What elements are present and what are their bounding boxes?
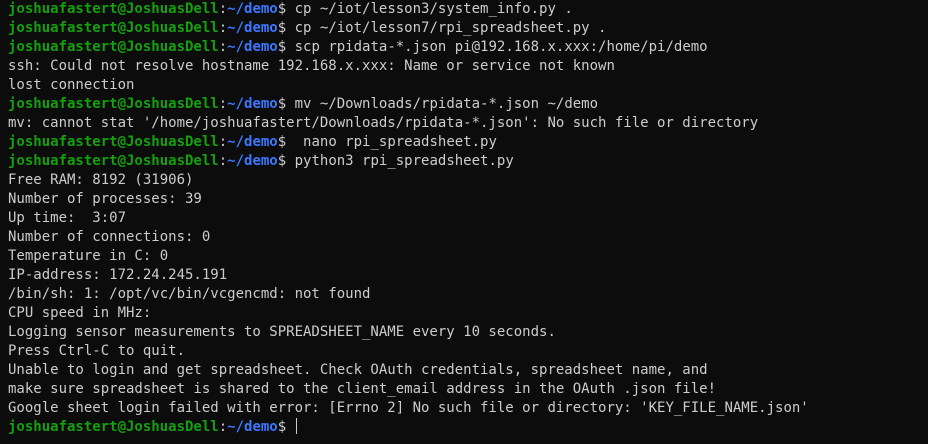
command-text <box>286 419 294 435</box>
prompt-user-host: joshuafastert@JoshuasDell <box>8 153 219 169</box>
output-line: Up time: 3:07 <box>8 209 928 228</box>
output-line: Number of connections: 0 <box>8 228 928 247</box>
output-text: Free RAM: 8192 (31906) <box>8 172 194 188</box>
output-line: /bin/sh: 1: /opt/vc/bin/vcgencmd: not fo… <box>8 285 928 304</box>
prompt-line: joshuafastert@JoshuasDell:~/demo$ <box>8 418 928 437</box>
output-text: Temperature in C: 0 <box>8 248 169 264</box>
output-text: Google sheet login failed with error: [E… <box>8 400 809 416</box>
output-line: Logging sensor measurements to SPREADSHE… <box>8 323 928 342</box>
prompt-line: joshuafastert@JoshuasDell:~/demo$ mv ~/D… <box>8 95 928 114</box>
command-text: scp rpidata-*.json pi@192.168.x.xxx:/hom… <box>286 39 708 55</box>
prompt-separator: : <box>218 134 228 150</box>
prompt-line: joshuafastert@JoshuasDell:~/demo$ cp ~/i… <box>8 0 928 19</box>
prompt-symbol: $ <box>277 20 287 36</box>
prompt-path: ~/demo <box>227 39 278 55</box>
prompt-line: joshuafastert@JoshuasDell:~/demo$ scp rp… <box>8 38 928 57</box>
prompt-line: joshuafastert@JoshuasDell:~/demo$ nano r… <box>8 133 928 152</box>
output-line: ssh: Could not resolve hostname 192.168.… <box>8 57 928 76</box>
prompt-separator: : <box>218 20 228 36</box>
prompt-user-host: joshuafastert@JoshuasDell <box>8 419 219 435</box>
output-text: ssh: Could not resolve hostname 192.168.… <box>8 58 615 74</box>
output-text: Number of processes: 39 <box>8 191 202 207</box>
command-text: python3 rpi_spreadsheet.py <box>286 153 514 169</box>
command-text: mv ~/Downloads/rpidata-*.json ~/demo <box>286 96 599 112</box>
output-line: Number of processes: 39 <box>8 190 928 209</box>
prompt-symbol: $ <box>277 153 287 169</box>
prompt-symbol: $ <box>277 419 287 435</box>
output-line: CPU speed in MHz: <box>8 304 928 323</box>
prompt-separator: : <box>218 419 228 435</box>
output-text: IP-address: 172.24.245.191 <box>8 267 228 283</box>
prompt-user-host: joshuafastert@JoshuasDell <box>8 39 219 55</box>
prompt-path: ~/demo <box>227 419 278 435</box>
prompt-path: ~/demo <box>227 20 278 36</box>
prompt-separator: : <box>218 39 228 55</box>
output-line: make sure spreadsheet is shared to the c… <box>8 380 928 399</box>
output-line: Press Ctrl-C to quit. <box>8 342 928 361</box>
output-text: Logging sensor measurements to SPREADSHE… <box>8 324 556 340</box>
prompt-separator: : <box>218 1 228 17</box>
output-text: Number of connections: 0 <box>8 229 211 245</box>
prompt-symbol: $ <box>277 39 287 55</box>
prompt-line: joshuafastert@JoshuasDell:~/demo$ python… <box>8 152 928 171</box>
prompt-symbol: $ <box>277 134 287 150</box>
output-text: Unable to login and get spreadsheet. Che… <box>8 362 708 378</box>
output-text: /bin/sh: 1: /opt/vc/bin/vcgencmd: not fo… <box>8 286 371 302</box>
prompt-separator: : <box>218 96 228 112</box>
output-line: lost connection <box>8 76 928 95</box>
output-text: lost connection <box>8 77 135 93</box>
prompt-path: ~/demo <box>227 134 278 150</box>
output-line: mv: cannot stat '/home/joshuafastert/Dow… <box>8 114 928 133</box>
command-text: cp ~/iot/lesson3/system_info.py . <box>286 1 573 17</box>
prompt-user-host: joshuafastert@JoshuasDell <box>8 134 219 150</box>
command-text: cp ~/iot/lesson7/rpi_spreadsheet.py . <box>286 20 607 36</box>
output-text: Up time: 3:07 <box>8 210 127 226</box>
prompt-path: ~/demo <box>227 96 278 112</box>
output-line: Google sheet login failed with error: [E… <box>8 399 928 418</box>
command-text: nano rpi_spreadsheet.py <box>286 134 497 150</box>
output-text: Press Ctrl-C to quit. <box>8 343 186 359</box>
output-text: make sure spreadsheet is shared to the c… <box>8 381 717 397</box>
text-cursor[interactable] <box>295 418 297 434</box>
prompt-line: joshuafastert@JoshuasDell:~/demo$ cp ~/i… <box>8 19 928 38</box>
prompt-user-host: joshuafastert@JoshuasDell <box>8 96 219 112</box>
prompt-symbol: $ <box>277 1 287 17</box>
prompt-path: ~/demo <box>227 1 278 17</box>
output-text: mv: cannot stat '/home/joshuafastert/Dow… <box>8 115 759 131</box>
output-line: Free RAM: 8192 (31906) <box>8 171 928 190</box>
prompt-user-host: joshuafastert@JoshuasDell <box>8 20 219 36</box>
output-line: IP-address: 172.24.245.191 <box>8 266 928 285</box>
output-line: Unable to login and get spreadsheet. Che… <box>8 361 928 380</box>
output-text: CPU speed in MHz: <box>8 305 152 321</box>
prompt-symbol: $ <box>277 96 287 112</box>
prompt-separator: : <box>218 153 228 169</box>
terminal-window[interactable]: joshuafastert@JoshuasDell:~/demo$ cp ~/i… <box>0 0 928 444</box>
output-line: Temperature in C: 0 <box>8 247 928 266</box>
prompt-user-host: joshuafastert@JoshuasDell <box>8 1 219 17</box>
prompt-path: ~/demo <box>227 153 278 169</box>
